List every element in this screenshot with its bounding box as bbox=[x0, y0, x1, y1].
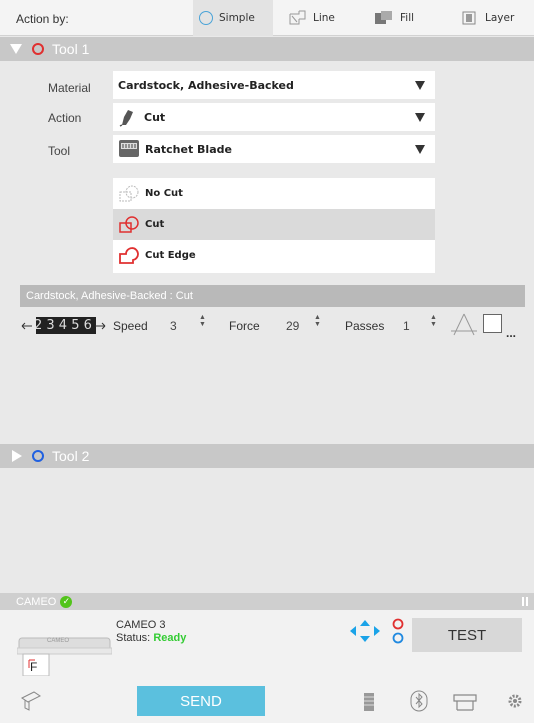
force-label: Force bbox=[229, 319, 260, 333]
test-button[interactable]: TEST bbox=[412, 618, 522, 652]
cut-option-cut[interactable]: Cut bbox=[113, 209, 435, 240]
blade-depth-strip[interactable]: 2 3 4 5 6 bbox=[36, 317, 96, 334]
preview-letter: F bbox=[30, 660, 38, 674]
settings-gear-icon[interactable] bbox=[506, 692, 524, 710]
cut-option-no-cut-label: No Cut bbox=[145, 188, 183, 199]
tab-layer-label: Layer bbox=[485, 12, 515, 24]
tool2-title: Tool 2 bbox=[52, 448, 90, 464]
device-status: Status: Ready bbox=[116, 632, 186, 644]
queue-list-icon[interactable] bbox=[363, 692, 375, 712]
overcut-triangle-icon[interactable] bbox=[450, 312, 478, 338]
tool1-panel: Material Cardstock, Adhesive-Backed Acti… bbox=[0, 61, 534, 443]
machine-preview: CAMEO F bbox=[16, 624, 113, 677]
device-header: CAMEO ✓ bbox=[0, 593, 534, 610]
cut-edge-icon bbox=[119, 246, 139, 264]
tool-value: Ratchet Blade bbox=[145, 142, 232, 156]
cut-option-no-cut[interactable]: No Cut bbox=[113, 178, 435, 209]
speed-label: Speed bbox=[113, 319, 148, 333]
speed-up-icon[interactable]: ▲ bbox=[199, 314, 206, 321]
tab-simple-label: Simple bbox=[219, 12, 255, 24]
material-value: Cardstock, Adhesive-Backed bbox=[118, 78, 294, 92]
action-value: Cut bbox=[144, 110, 166, 124]
passes-up-icon[interactable]: ▲ bbox=[430, 314, 437, 321]
blade-right-arrow-icon[interactable] bbox=[94, 321, 106, 331]
material-caret-icon bbox=[415, 81, 425, 90]
machine-icon[interactable] bbox=[452, 692, 478, 712]
force-up-icon[interactable]: ▲ bbox=[314, 314, 321, 321]
blade-cut-icon bbox=[119, 110, 133, 127]
tool2-header[interactable]: Tool 2 bbox=[0, 444, 534, 468]
expand-triangle-icon[interactable] bbox=[12, 450, 22, 462]
tool-rings-icon[interactable] bbox=[391, 616, 405, 646]
tab-fill[interactable]: Fill bbox=[368, 0, 438, 36]
tab-line[interactable]: Line bbox=[283, 0, 353, 36]
cut-option-cut-edge[interactable]: Cut Edge bbox=[113, 240, 435, 271]
graduation-cap-icon[interactable] bbox=[20, 690, 42, 712]
action-caret-icon bbox=[415, 113, 425, 122]
action-by-label: Action by: bbox=[16, 12, 69, 26]
more-options-icon[interactable]: ... bbox=[506, 326, 516, 340]
speed-stepper[interactable]: ▲ ▼ bbox=[199, 314, 206, 328]
bluetooth-icon[interactable] bbox=[410, 690, 428, 712]
status-value: Ready bbox=[153, 632, 187, 644]
simple-circle-icon bbox=[199, 11, 213, 25]
passes-down-icon[interactable]: ▼ bbox=[430, 321, 437, 328]
fill-icon bbox=[375, 11, 392, 24]
device-panel: CAMEO F CAMEO 3 Status: Ready TEST SEND bbox=[0, 610, 534, 723]
move-arrows-icon[interactable] bbox=[348, 618, 382, 644]
tool1-ring-icon bbox=[32, 43, 44, 55]
layer-icon bbox=[462, 11, 476, 25]
line-segment-square-icon[interactable] bbox=[483, 314, 502, 333]
tool2-panel bbox=[0, 469, 534, 593]
status-label: Status: bbox=[116, 632, 151, 644]
cut-style-list: No Cut Cut Cut Edge bbox=[113, 178, 435, 273]
test-button-label: TEST bbox=[447, 626, 487, 644]
action-by-bar: Action by: Simple Line Fill Layer bbox=[0, 0, 534, 36]
connected-check-icon: ✓ bbox=[60, 595, 73, 608]
passes-stepper[interactable]: ▲ ▼ bbox=[430, 314, 437, 328]
tool1-title: Tool 1 bbox=[52, 41, 90, 57]
send-button-label: SEND bbox=[180, 692, 222, 710]
force-value[interactable]: 29 bbox=[286, 319, 299, 333]
cut-icon bbox=[119, 215, 139, 233]
collapse-triangle-icon[interactable] bbox=[10, 44, 22, 54]
no-cut-icon bbox=[119, 185, 139, 201]
tool1-header[interactable]: Tool 1 bbox=[0, 37, 534, 61]
tab-fill-label: Fill bbox=[400, 12, 415, 24]
send-button[interactable]: SEND bbox=[137, 686, 265, 716]
action-dropdown[interactable]: Cut bbox=[113, 103, 435, 131]
passes-value[interactable]: 1 bbox=[403, 319, 410, 333]
tab-simple[interactable]: Simple bbox=[193, 0, 273, 36]
tab-layer[interactable]: Layer bbox=[455, 0, 531, 36]
tool-label: Tool bbox=[48, 144, 71, 158]
speed-down-icon[interactable]: ▼ bbox=[199, 321, 206, 328]
blade-depth-digits: 2 3 4 5 6 bbox=[36, 318, 92, 333]
tool-caret-icon bbox=[415, 145, 425, 154]
passes-label: Passes bbox=[345, 319, 385, 333]
cut-option-cut-edge-label: Cut Edge bbox=[145, 250, 196, 261]
device-header-name: CAMEO bbox=[16, 595, 57, 608]
cut-option-cut-label: Cut bbox=[145, 219, 165, 230]
material-dropdown[interactable]: Cardstock, Adhesive-Backed bbox=[113, 71, 435, 99]
tab-line-label: Line bbox=[313, 12, 335, 24]
tool-dropdown[interactable]: Ratchet Blade bbox=[113, 135, 435, 163]
pause-icon[interactable] bbox=[522, 597, 528, 606]
speed-value[interactable]: 3 bbox=[170, 319, 177, 333]
line-icon bbox=[289, 10, 306, 25]
cut-settings-title: Cardstock, Adhesive-Backed : Cut bbox=[26, 290, 193, 302]
machine-brand-text: CAMEO bbox=[47, 638, 70, 644]
tool2-ring-icon bbox=[32, 450, 44, 462]
action-label: Action bbox=[48, 111, 82, 125]
ratchet-blade-icon bbox=[119, 140, 139, 157]
blade-left-arrow-icon[interactable] bbox=[21, 321, 33, 331]
cut-settings-header: Cardstock, Adhesive-Backed : Cut bbox=[20, 285, 525, 307]
device-name: CAMEO 3 bbox=[116, 619, 166, 631]
force-stepper[interactable]: ▲ ▼ bbox=[314, 314, 321, 328]
force-down-icon[interactable]: ▼ bbox=[314, 321, 321, 328]
material-label: Material bbox=[48, 81, 91, 95]
